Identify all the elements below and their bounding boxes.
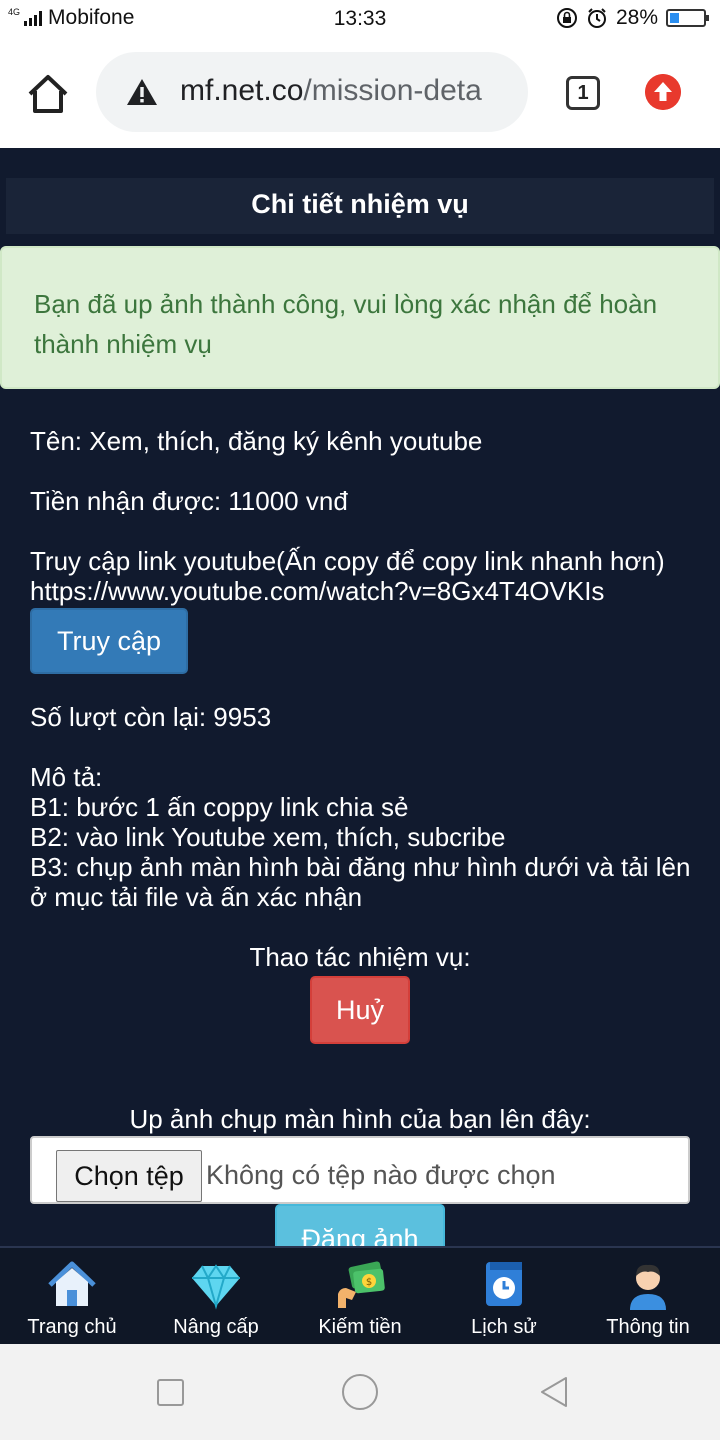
status-right: 28% [556, 6, 709, 30]
url-path: /mission-deta [303, 74, 482, 107]
url-text[interactable]: mf.net.co/mission-deta [180, 74, 482, 108]
nav-label-upgrade: Nâng cấp [173, 1316, 259, 1338]
bottom-nav: Trang chủ Nâng cấp $ Kiếm tiền Lịch sử T… [0, 1246, 720, 1344]
mission-reward: Tiền nhận được: 11000 vnđ [30, 486, 348, 516]
file-status: Không có tệp nào được chọn [206, 1160, 556, 1190]
nav-item-history[interactable]: Lịch sử [432, 1258, 576, 1339]
step-3: B3: chụp ảnh màn hình bài đăng như hình … [30, 852, 691, 912]
nav-item-home[interactable]: Trang chủ [0, 1258, 144, 1339]
clock-book-icon [486, 1262, 522, 1306]
step-1: B1: bước 1 ấn coppy link chia sẻ [30, 792, 409, 822]
nav-item-earn[interactable]: $ Kiếm tiền [288, 1258, 432, 1339]
access-button[interactable]: Truy cập [30, 608, 188, 674]
step-2: B2: vào link Youtube xem, thích, subcrib… [30, 822, 506, 852]
warning-icon[interactable] [126, 78, 158, 106]
house-icon [48, 1261, 96, 1306]
status-bar: 4G Mobifone 13:33 28% [0, 0, 720, 38]
diamond-icon [192, 1264, 240, 1310]
lock-rotation-icon [556, 8, 577, 28]
nav-item-profile[interactable]: Thông tin [576, 1258, 720, 1339]
nav-label-profile: Thông tin [606, 1316, 690, 1338]
battery-icon [666, 9, 709, 27]
svg-text:$: $ [366, 1277, 372, 1288]
upload-label: Up ảnh chụp màn hình của bạn lên đây: [129, 1104, 591, 1134]
actions-label: Thao tác nhiệm vụ: [249, 942, 471, 972]
nav-label-history: Lịch sử [471, 1316, 537, 1338]
youtube-link: https://www.youtube.com/watch?v=8Gx4T4OV… [30, 576, 605, 606]
upload-button[interactable]: Đăng ảnh [275, 1204, 445, 1246]
user-icon [630, 1264, 666, 1310]
page-title: Chi tiết nhiệm vụ [6, 178, 714, 234]
nav-item-upgrade[interactable]: Nâng cấp [144, 1258, 288, 1339]
home-circle-icon[interactable] [342, 1374, 378, 1410]
success-alert: Bạn đã up ảnh thành công, vui lòng xác n… [0, 246, 720, 389]
nav-label-home: Trang chủ [27, 1316, 117, 1338]
file-input[interactable]: Chọn tệp Không có tệp nào được chọn [30, 1136, 690, 1204]
home-icon[interactable] [24, 70, 72, 118]
alarm-icon [587, 8, 606, 28]
recents-icon[interactable] [157, 1379, 184, 1406]
choose-file-button[interactable]: Chọn tệp [56, 1150, 202, 1202]
tabs-icon[interactable]: 1 [566, 76, 600, 110]
mission-name: Tên: Xem, thích, đăng ký kênh youtube [30, 426, 483, 456]
mission-details: Tên: Xem, thích, đăng ký kênh youtube Ti… [30, 426, 700, 1044]
access-instructions: Truy cập link youtube(Ấn copy để copy li… [30, 546, 665, 576]
url-domain: mf.net.co [180, 74, 304, 107]
back-icon[interactable] [536, 1374, 572, 1410]
actions-section: Thao tác nhiệm vụ: Huỷ [30, 942, 690, 1044]
battery-percent: 28% [615, 6, 658, 29]
mission-page: Chi tiết nhiệm vụ Bạn đã up ảnh thành cô… [0, 148, 720, 1246]
url-bar[interactable]: mf.net.co/mission-deta [96, 52, 528, 132]
nav-label-earn: Kiếm tiền [318, 1316, 402, 1338]
cancel-button[interactable]: Huỷ [310, 976, 410, 1044]
money-icon: $ [338, 1261, 385, 1308]
update-icon[interactable] [645, 74, 681, 110]
description-title: Mô tả: [30, 762, 103, 792]
browser-toolbar: mf.net.co/mission-deta 1 [0, 38, 720, 148]
remaining-count: Số lượt còn lại: 9953 [30, 702, 272, 732]
system-nav-bar [0, 1344, 720, 1440]
